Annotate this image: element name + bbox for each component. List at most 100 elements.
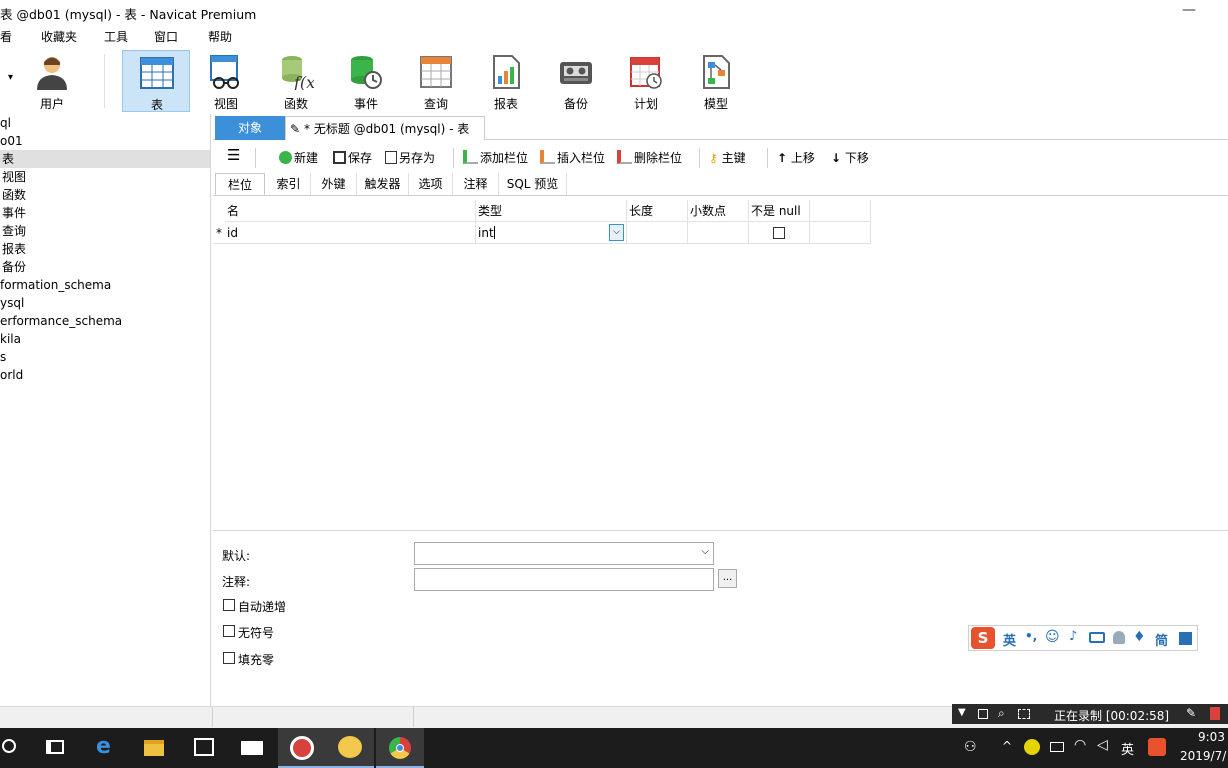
trash-icon[interactable] [1210,707,1220,720]
primary-key-button[interactable]: ⚷ 主键 [709,150,746,166]
save-as-button[interactable]: 另存为 [385,150,435,166]
move-down-button[interactable]: ↓ 下移 [831,150,869,166]
hamburger-menu-icon[interactable]: ☰ [227,147,240,163]
recorder-region-icon[interactable] [1018,709,1030,719]
toolbar-table-button[interactable]: 表 [122,50,190,112]
cortana-icon[interactable] [2,739,16,753]
tree-node[interactable]: 函数 [0,186,210,204]
minimize-button[interactable]: — [1182,2,1196,18]
clock-time[interactable]: 9:03 [1198,730,1225,744]
recorder-window-icon[interactable] [978,709,988,719]
input-lang-indicator[interactable]: 英 [1121,739,1134,758]
taskbar-navicat[interactable] [326,728,374,768]
user-center-icon[interactable] [1113,631,1125,644]
toolbar-dropdown-arrow[interactable]: ▾ [8,72,13,83]
recorder-zoom-icon[interactable]: ⌕ [998,706,1005,721]
skin-icon[interactable]: ♦ [1133,629,1146,645]
tree-node[interactable]: ql [0,114,210,132]
keyboard-icon[interactable] [1089,632,1105,643]
toolbar-schedule-button[interactable]: 计划 [612,50,680,112]
column-header-type[interactable]: 类型 [476,200,627,222]
column-header-not-null[interactable]: 不是 null [749,200,810,222]
tab-options[interactable]: 选项 [409,173,453,195]
add-field-button[interactable]: 添加栏位 [463,150,528,166]
default-value-select[interactable]: ⌵ [414,542,714,565]
tree-node[interactable]: s [0,348,210,366]
toolbar-event-button[interactable]: 事件 [332,50,400,112]
field-not-null-cell[interactable] [749,222,810,244]
tree-node[interactable]: 查询 [0,222,210,240]
tab-triggers[interactable]: 触发器 [357,173,409,195]
toolbar-user-button[interactable]: 用户 [18,50,86,112]
taskbar-store[interactable] [180,728,228,768]
taskbar-chrome[interactable] [376,728,424,768]
column-header-decimals[interactable]: 小数点 [688,200,749,222]
tab-foreign-keys[interactable]: 外键 [311,173,357,195]
comment-browse-button[interactable]: ... [718,569,737,588]
toolbar-report-button[interactable]: 报表 [472,50,540,112]
zerofill-checkbox[interactable] [223,652,235,664]
tree-node[interactable]: formation_schema [0,276,210,294]
taskbar-explorer[interactable] [130,728,178,768]
menu-view[interactable]: 看 [0,28,12,45]
new-button[interactable]: 新建 [279,150,318,166]
emoji-icon[interactable]: ☺ [1045,629,1060,645]
toolbar-view-button[interactable]: 视图 [192,50,260,112]
field-decimals-cell[interactable] [688,222,749,244]
column-header-name[interactable]: 名 [225,200,476,222]
tab-untitled-table[interactable]: ✎ * 无标题 @db01 (mysql) - 表 [285,116,485,140]
toolbox-icon[interactable] [1179,632,1192,645]
tab-fields[interactable]: 栏位 [215,173,265,195]
tab-sql-preview[interactable]: SQL 预览 [499,173,567,195]
show-hidden-icons[interactable]: ^ [1002,739,1012,753]
taskbar-edge[interactable]: e [82,728,130,768]
pen-icon[interactable]: ✎ [1186,706,1196,720]
move-up-button[interactable]: ↑ 上移 [777,150,815,166]
clock-date[interactable]: 2019/7/ [1180,749,1226,763]
menu-help[interactable]: 帮助 [208,28,232,45]
insert-field-button[interactable]: 插入栏位 [540,150,605,166]
delete-field-button[interactable]: 删除栏位 [617,150,682,166]
tab-objects[interactable]: 对象 [215,116,285,140]
wifi-icon[interactable]: ◠ [1074,737,1086,753]
tree-node[interactable]: 报表 [0,240,210,258]
field-type-cell[interactable]: int ⌵ [476,222,627,244]
tree-node[interactable]: 视图 [0,168,210,186]
ime-simplified-toggle[interactable]: 简 [1155,630,1168,649]
tab-indexes[interactable]: 索引 [267,173,311,195]
not-null-checkbox[interactable] [773,227,785,239]
task-view-icon[interactable] [46,740,64,754]
column-header-length[interactable]: 长度 [627,200,688,222]
battery-icon[interactable] [1050,742,1064,752]
tray-app-icon[interactable] [1024,739,1040,755]
tree-node[interactable]: orld [0,366,210,384]
tree-node[interactable]: ysql [0,294,210,312]
unsigned-checkbox[interactable] [223,625,235,637]
menu-favorites[interactable]: 收藏夹 [41,28,77,45]
type-dropdown-button[interactable]: ⌵ [609,224,624,241]
auto-increment-checkbox[interactable] [223,599,235,611]
tree-node[interactable]: erformance_schema [0,312,210,330]
taskbar-recorder[interactable] [278,728,326,768]
ime-lang-toggle[interactable]: 英 [1003,630,1016,649]
toolbar-model-button[interactable]: 模型 [682,50,750,112]
tree-node[interactable]: 事件 [0,204,210,222]
field-length-cell[interactable] [627,222,688,244]
comment-input[interactable] [414,568,714,591]
toolbar-backup-button[interactable]: 备份 [542,50,610,112]
microphone-icon[interactable]: ♪ [1069,629,1077,644]
taskbar-mail[interactable] [228,728,276,768]
tree-node[interactable]: o01 [0,132,210,150]
tree-node-tables[interactable]: 表 [0,150,210,168]
recorder-collapse-icon[interactable]: ▼ [958,707,966,718]
toolbar-function-button[interactable]: f(x) 函数 [262,50,330,112]
field-name-cell[interactable]: id [225,222,476,244]
volume-icon[interactable]: ◁ [1097,737,1108,753]
ime-punct-toggle[interactable]: •, [1025,629,1037,643]
toolbar-query-button[interactable]: 查询 [402,50,470,112]
sogou-tray-icon[interactable] [1148,738,1166,756]
menu-tools[interactable]: 工具 [104,28,128,45]
people-icon[interactable]: ⚇ [964,739,977,755]
menu-window[interactable]: 窗口 [154,28,178,45]
tree-node[interactable]: 备份 [0,258,210,276]
